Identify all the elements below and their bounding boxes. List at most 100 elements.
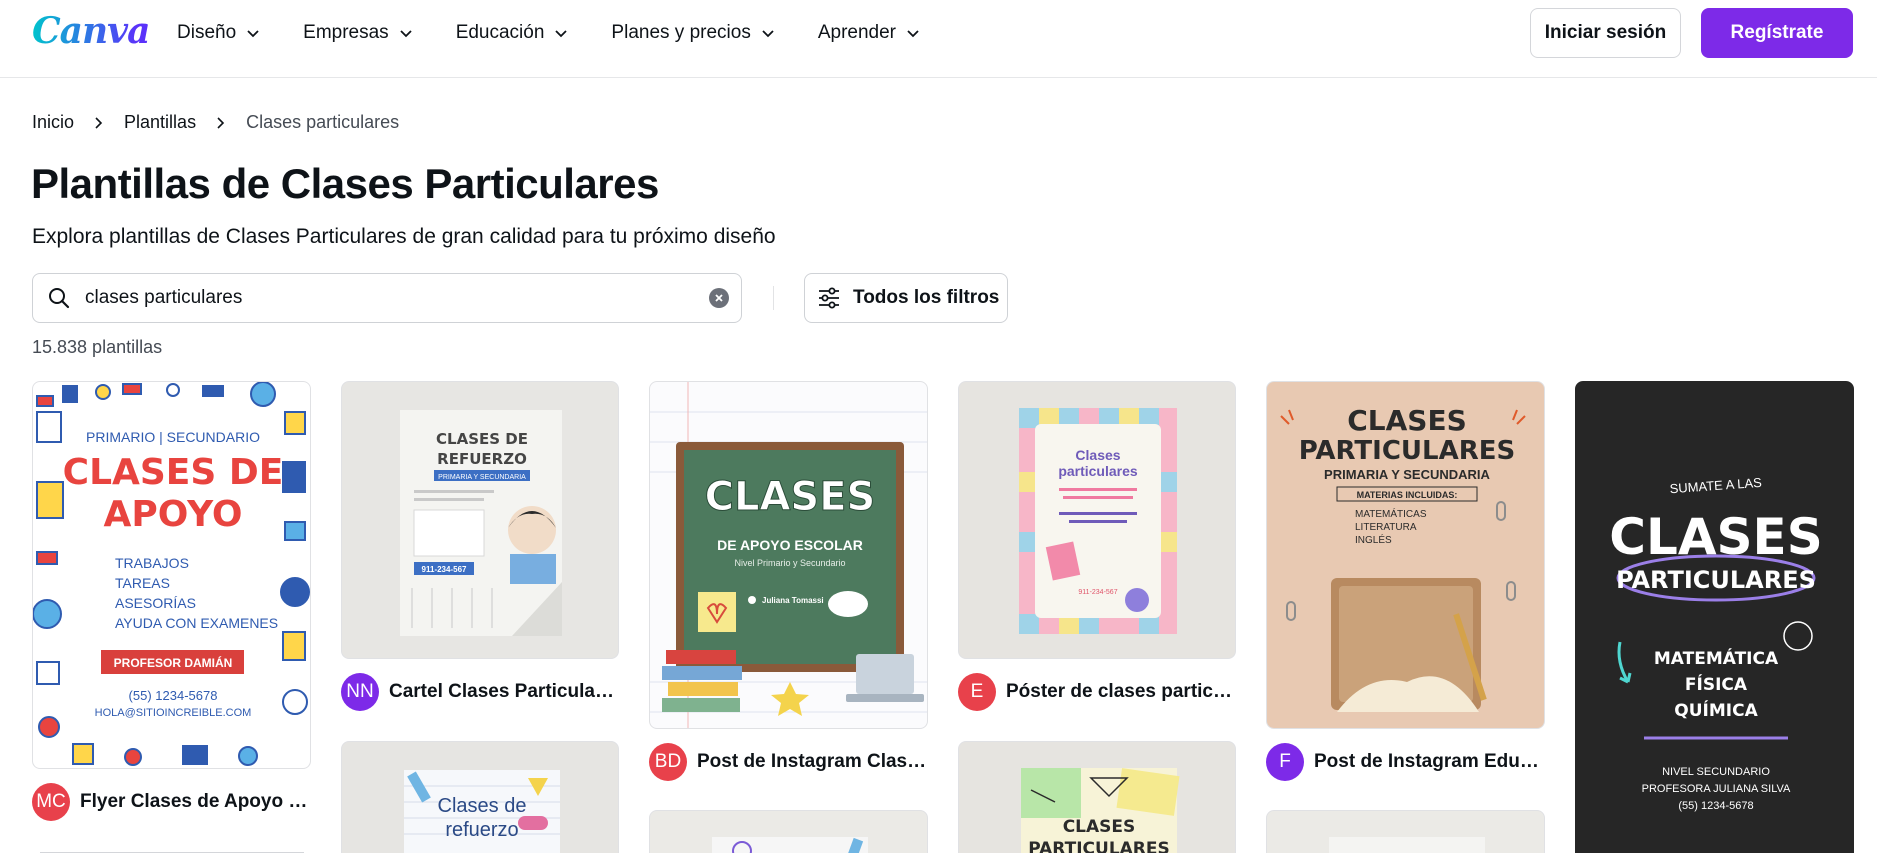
chalk-line-2: PARTICULARES [1616, 566, 1816, 594]
template-thumbnail[interactable]: PRIMARIO | SECUNDARIO CLASES DE APOYO TR… [32, 381, 311, 769]
card-info: F Post de Instagram Educación [1266, 743, 1546, 781]
thumb-line-2: refuerzo [445, 819, 518, 841]
page-title: Plantillas de Clases Particulares [31, 160, 659, 207]
post-line-3: PRIMARIA Y SECUNDARIA [1324, 467, 1491, 482]
search-input[interactable] [85, 287, 675, 309]
post-line-2: PARTICULARES [1299, 436, 1515, 466]
thumb-line-1: Clases de [438, 795, 527, 817]
template-thumbnail[interactable]: CLASES DE REFUERZO PRIMARIA Y SECUNDARIA… [341, 381, 619, 659]
post-line-4: MATERIAS INCLUIDAS: [1357, 490, 1458, 500]
all-filters-button[interactable]: Todos los filtros [804, 273, 1008, 323]
nav-label: Educación [455, 22, 545, 43]
nav-empresas[interactable]: Empresas [303, 22, 413, 44]
search-box [32, 273, 742, 323]
chevron-right-icon [216, 116, 226, 130]
breadcrumb: Inicio Plantillas Clases particulares [32, 112, 399, 133]
flyer-item: ASESORÍAS [115, 595, 196, 611]
card-info: E Póster de clases particulares [958, 673, 1238, 711]
nav-aprender[interactable]: Aprender [818, 22, 920, 44]
chevron-down-icon [247, 30, 259, 38]
nav-planes-precios[interactable]: Planes y precios [611, 22, 774, 44]
chalk-footer-1: NIVEL SECUNDARIO [1662, 766, 1770, 778]
template-thumbnail[interactable]: Clases particulares 911-234-567 [958, 381, 1236, 659]
card-info: NN Cartel Clases Particulares [341, 673, 621, 711]
breadcrumb-current: Clases particulares [246, 112, 400, 132]
post-line-1: CLASES [1347, 404, 1467, 437]
search-icon [47, 286, 71, 310]
template-thumbnail[interactable]: CLASES DE APOYO ESCOLAR Nivel Primario y… [649, 381, 928, 729]
nav-educacion[interactable]: Educación [456, 22, 569, 44]
flyer-line-3: APOYO [104, 494, 243, 535]
creator-avatar[interactable]: MC [32, 783, 70, 821]
card-info: MC Flyer Clases de Apoyo Ilustrado [32, 783, 312, 821]
flyer-item: TRABAJOS [115, 555, 189, 571]
chevron-down-icon [400, 30, 412, 38]
sliders-icon [819, 287, 839, 309]
poster-line-2: REFUERZO [437, 450, 527, 468]
chalk-subject: QUÍMICA [1674, 699, 1758, 721]
poster-title-1: Clases [1075, 447, 1120, 463]
template-thumbnail[interactable] [649, 810, 928, 853]
card-title[interactable]: Cartel Clases Particulares [389, 681, 621, 703]
poster-phone: 911-234-567 [422, 565, 467, 574]
poster-title-2: particulares [1058, 463, 1138, 479]
breadcrumb-plantillas[interactable]: Plantillas [124, 112, 196, 133]
poster-phone: 911-234-567 [1078, 589, 1117, 596]
chevron-down-icon [762, 30, 774, 38]
card-title[interactable]: Flyer Clases de Apoyo Ilustrado [80, 791, 312, 813]
template-thumbnail[interactable]: Clases de refuerzo [341, 741, 619, 853]
nav-label: Planes y precios [611, 22, 751, 43]
thumb-line-1: CLASES [1063, 817, 1136, 837]
card-info: BD Post de Instagram Clases de Apoyo [649, 743, 929, 781]
thumb-line-2: PARTICULARES [1028, 839, 1170, 853]
top-navbar: Canva Diseño Empresas Educación Planes y… [0, 0, 1877, 78]
filters-label: Todos los filtros [853, 287, 1000, 308]
post-item: LITERATURA [1355, 522, 1417, 533]
card-title[interactable]: Póster de clases particulares [1006, 681, 1238, 703]
flyer-line-1: PRIMARIO | SECUNDARIO [86, 429, 260, 445]
chalkboard-name: Juliana Tomassi [762, 596, 824, 605]
canva-logo[interactable]: Canva [32, 10, 150, 52]
flyer-email: HOLA@SITIOINCREIBLE.COM [95, 707, 252, 719]
chevron-down-icon [555, 30, 568, 38]
creator-avatar[interactable]: NN [341, 673, 379, 711]
template-thumbnail[interactable]: CLASES PARTICULARES [958, 741, 1236, 853]
post-item: INGLÉS [1355, 533, 1392, 546]
card-title[interactable]: Post de Instagram Educación [1314, 751, 1546, 773]
clear-search-icon[interactable] [709, 288, 729, 308]
poster-line-1: CLASES DE [436, 430, 528, 448]
chalk-line-0: SUMATE A LAS [1669, 475, 1762, 496]
login-button[interactable]: Iniciar sesión [1530, 8, 1681, 58]
flyer-item: TAREAS [115, 575, 170, 591]
nav-label: Aprender [817, 22, 896, 43]
nav-label: Empresas [303, 22, 389, 43]
nav-diseno[interactable]: Diseño [177, 22, 260, 44]
card-title[interactable]: Post de Instagram Clases de Apoyo [697, 751, 929, 773]
chevron-down-icon [907, 30, 919, 38]
chalk-footer-2: PROFESORA JULIANA SILVA [1642, 783, 1791, 795]
flyer-phone: (55) 1234-5678 [129, 688, 218, 703]
flyer-line-2: CLASES DE [63, 452, 284, 493]
nav-label: Diseño [177, 22, 237, 43]
creator-avatar[interactable]: E [958, 673, 996, 711]
chalkboard-line-3: Nivel Primario y Secundario [734, 558, 845, 568]
result-count: 15.838 plantillas [32, 337, 163, 357]
chalk-subject: FÍSICA [1685, 673, 1748, 695]
chalkboard-line-2: DE APOYO ESCOLAR [717, 537, 863, 553]
chalk-subject: MATEMÁTICA [1654, 647, 1779, 669]
flyer-badge: PROFESOR DAMIÁN [114, 655, 233, 670]
post-item: MATEMÁTICAS [1355, 507, 1427, 520]
main-nav: Diseño Empresas Educación Planes y preci… [177, 0, 963, 66]
chevron-right-icon [94, 116, 104, 130]
template-thumbnail[interactable]: SUMATE A LAS CLASES PARTICULARES MATEMÁT… [1575, 381, 1854, 853]
template-thumbnail[interactable] [1266, 810, 1545, 853]
page-subtitle: Explora plantillas de Clases Particulare… [32, 225, 776, 248]
template-thumbnail[interactable]: CLASES PARTICULARES PRIMARIA Y SECUNDARI… [1266, 381, 1545, 729]
signup-button[interactable]: Regístrate [1701, 8, 1853, 58]
chalk-footer-3: (55) 1234-5678 [1678, 800, 1753, 812]
creator-avatar[interactable]: BD [649, 743, 687, 781]
poster-line-3: PRIMARIA Y SECUNDARIA [438, 474, 526, 481]
flyer-item: AYUDA CON EXAMENES [115, 615, 278, 631]
breadcrumb-inicio[interactable]: Inicio [32, 112, 74, 133]
creator-avatar[interactable]: F [1266, 743, 1304, 781]
